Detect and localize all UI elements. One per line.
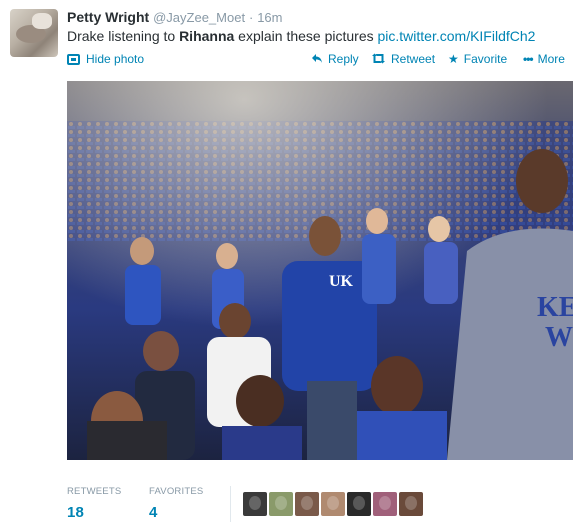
user-handle[interactable]: @JayZee_Moet	[153, 10, 245, 25]
retweet-label: Retweet	[391, 52, 436, 66]
user-avatar[interactable]	[10, 9, 58, 57]
favorites-count: 4	[149, 504, 158, 521]
favoriters-list	[243, 492, 423, 516]
tweet-text-bold: Rihanna	[179, 28, 235, 44]
stats-divider	[230, 486, 231, 522]
tweet-text-part: Drake listening to	[67, 28, 180, 44]
more-dots-icon: •••	[523, 52, 534, 66]
favorites-stat[interactable]: FAVORITES 4	[149, 486, 203, 521]
retweet-icon	[371, 53, 386, 66]
tweet-header: Petty Wright @JayZee_Moet · 16m	[67, 8, 282, 27]
hide-photo-button[interactable]: Hide photo	[67, 52, 144, 66]
favorite-button[interactable]: ★ Favorite	[448, 52, 507, 66]
hide-photo-label: Hide photo	[86, 52, 145, 66]
favoriter-avatar-3[interactable]	[295, 492, 319, 516]
star-icon: ★	[448, 52, 459, 66]
tweet-actions: Hide photo Reply Retweet ★ Favorite ••• …	[67, 52, 572, 70]
reply-button[interactable]: Reply	[311, 52, 359, 66]
favoriter-avatar-1[interactable]	[243, 492, 267, 516]
favoriter-avatar-6[interactable]	[373, 492, 397, 516]
favoriter-avatar-4[interactable]	[321, 492, 345, 516]
favoriter-avatar-5[interactable]	[347, 492, 371, 516]
tweet-text: Drake listening to Rihanna explain these…	[67, 27, 535, 45]
tweet-photo[interactable]: UK KE W	[67, 81, 573, 460]
retweet-button[interactable]: Retweet	[371, 52, 435, 66]
tweet-timestamp[interactable]: 16m	[257, 10, 282, 25]
photo-icon	[67, 53, 80, 65]
header-separator: ·	[248, 10, 254, 25]
tweet: Petty Wright @JayZee_Moet · 16m Drake li…	[0, 0, 578, 526]
retweets-stat[interactable]: RETWEETS 18	[67, 486, 121, 521]
reply-icon	[311, 53, 323, 66]
tweet-photo-link[interactable]: pic.twitter.com/KIFildfCh2	[378, 28, 536, 44]
svg-text:UK: UK	[329, 273, 354, 290]
favoriter-avatar-2[interactable]	[269, 492, 293, 516]
reply-label: Reply	[328, 52, 359, 66]
favorites-label: FAVORITES	[149, 486, 204, 497]
more-button[interactable]: ••• More	[523, 52, 565, 66]
favorite-label: Favorite	[463, 52, 508, 66]
retweets-label: RETWEETS	[67, 486, 122, 497]
retweets-count: 18	[67, 504, 85, 521]
svg-text:W: W	[545, 322, 573, 353]
svg-text:KE: KE	[537, 292, 573, 323]
more-label: More	[537, 52, 565, 66]
crowd-photo-image: UK KE W	[67, 81, 573, 460]
favoriter-avatar-7[interactable]	[399, 492, 423, 516]
tweet-text-part: explain these pictures	[234, 28, 378, 44]
user-fullname[interactable]: Petty Wright	[67, 9, 149, 25]
